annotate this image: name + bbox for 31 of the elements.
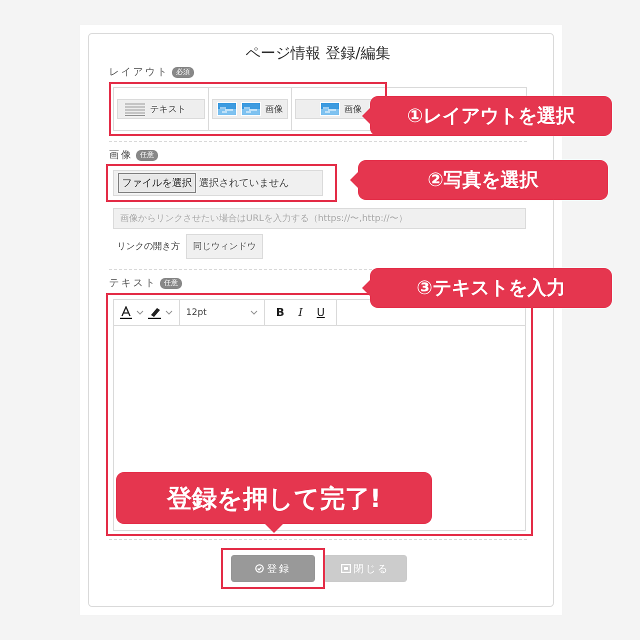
section-label: レイアウト	[109, 66, 169, 79]
window-icon	[340, 564, 350, 573]
check-circle-icon	[255, 564, 264, 573]
highlighter-icon	[148, 306, 161, 319]
url-field[interactable]: 画像からリンクさせたい場合はURLを入力する（https://〜,http://〜）	[113, 208, 526, 229]
form-title: ページ情報 登録/編集	[244, 44, 392, 63]
font-size-select[interactable]: 12pt	[180, 300, 265, 325]
callout-tooltip: ②写真を選択	[350, 160, 608, 200]
caret-icon	[250, 310, 258, 315]
photo-icon	[217, 102, 237, 116]
underline-button[interactable]: U	[312, 306, 330, 319]
caret-icon	[165, 310, 173, 315]
link-target-select[interactable]: 同じウィンドウ	[186, 234, 263, 259]
file-status: 選択されていません	[199, 177, 289, 190]
photo-icon	[320, 102, 340, 116]
caret-icon	[136, 310, 144, 315]
photo-icon	[241, 102, 261, 116]
callout-tooltip: 登録を押して完了!	[116, 472, 432, 533]
field-label: リンクの開き方	[117, 240, 180, 253]
text-lines-icon	[124, 102, 146, 116]
section-label: テキスト	[109, 277, 157, 290]
layout-option[interactable]: 画像	[212, 99, 288, 119]
callout-tooltip: ③テキストを入力	[362, 268, 612, 308]
layout-option[interactable]: テキスト	[117, 99, 205, 119]
file-picker[interactable]: ファイルを選択 選択されていません	[113, 170, 323, 196]
section-label: 画像	[109, 149, 133, 162]
font-color-icon	[120, 306, 132, 319]
italic-button[interactable]: I	[293, 306, 308, 319]
choose-file-button[interactable]: ファイルを選択	[118, 173, 196, 193]
callout-tooltip: ①レイアウトを選択	[362, 96, 612, 136]
bold-button[interactable]: B	[271, 306, 290, 319]
